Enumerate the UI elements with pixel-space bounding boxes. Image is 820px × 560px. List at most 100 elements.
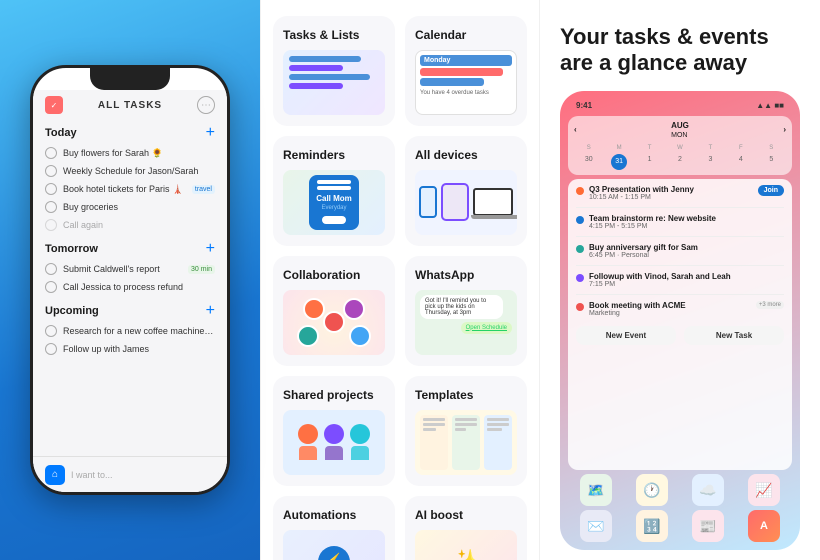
calendar-day[interactable]: 5 (757, 154, 786, 170)
event-dot (576, 274, 584, 282)
app-icon-mail[interactable]: ✉️ (580, 510, 612, 542)
collab-avatar (323, 311, 345, 333)
task-item[interactable]: Follow up with James (33, 340, 227, 358)
devices-visual (415, 170, 517, 235)
task-item-dimmed[interactable]: Call again (33, 216, 227, 234)
home-icon[interactable]: ⌂ (45, 465, 65, 485)
app-icon-calc[interactable]: 🔢 (636, 510, 668, 542)
task-item[interactable]: Call Jessica to process refund (33, 278, 227, 296)
event-item[interactable]: Team brainstorm re: New website 4:15 PM … (576, 214, 784, 230)
task-item[interactable]: Research for a new coffee machine ☕ (33, 322, 227, 340)
upcoming-add-btn[interactable]: + (206, 302, 215, 320)
feature-card-shared[interactable]: Shared projects (273, 376, 395, 486)
join-button[interactable]: Join (758, 185, 784, 196)
calendar-day[interactable]: 30 (574, 154, 603, 170)
today-add-btn[interactable]: + (206, 124, 215, 142)
task-checkbox[interactable] (45, 165, 57, 177)
task-checkbox[interactable] (45, 325, 57, 337)
task-checkbox[interactable] (45, 219, 57, 231)
day-header: T (696, 143, 725, 153)
month-label: AUG MON (671, 121, 689, 139)
reminder-label: Call Mom (316, 194, 352, 203)
homescreen: 🗺️ 🕐 ☁️ 📈 ✉️ 🔢 📰 A (568, 470, 792, 542)
action-buttons: New Event New Task (576, 321, 784, 345)
phone-menu-btn[interactable]: ⋯ (197, 96, 215, 114)
app-icon-anydo[interactable]: A (748, 510, 780, 542)
wa-message: Got it! I'll remind you to pick up the k… (420, 295, 503, 319)
quick-input[interactable]: I want to... (71, 470, 215, 480)
shared-person (324, 424, 344, 460)
app-icon-news[interactable]: 📰 (692, 510, 724, 542)
calendar-day[interactable]: 2 (665, 154, 694, 170)
next-month-btn[interactable]: › (783, 125, 786, 134)
feature-card-aiboost[interactable]: AI boost ✨ (405, 496, 527, 560)
upcoming-section-label: Upcoming + (33, 296, 227, 322)
tomorrow-add-btn[interactable]: + (206, 240, 215, 258)
feature-visual: Call Mom Everyday (283, 168, 385, 236)
task-item[interactable]: Book hotel tickets for Paris 🗼 travel (33, 180, 227, 198)
feature-card-whatsapp[interactable]: WhatsApp Got it! I'll remind you to pick… (405, 256, 527, 366)
cal-footer: You have 4 overdue tasks (420, 90, 512, 96)
app-icon-weather[interactable]: ☁️ (692, 474, 724, 506)
task-checkbox[interactable] (45, 263, 57, 275)
task-item[interactable]: Buy flowers for Sarah 🌻 (33, 144, 227, 162)
task-item[interactable]: Submit Caldwell's report 30 min (33, 260, 227, 278)
task-checkbox[interactable] (45, 147, 57, 159)
tc-line (487, 428, 502, 431)
task-item[interactable]: Weekly Schedule for Jason/Sarah (33, 162, 227, 180)
task-label: Buy flowers for Sarah 🌻 (63, 148, 215, 159)
feature-visual (283, 408, 385, 476)
app-icon-maps[interactable]: 🗺️ (580, 474, 612, 506)
feature-card-templates[interactable]: Templates (405, 376, 527, 486)
task-checkbox[interactable] (45, 183, 57, 195)
bar (289, 74, 370, 80)
feature-card-tasks[interactable]: Tasks & Lists (273, 16, 395, 126)
task-tag: travel (192, 185, 215, 194)
calendar-day[interactable]: 4 (726, 154, 755, 170)
task-checkbox[interactable] (45, 343, 57, 355)
event-item[interactable]: Book meeting with ACME Marketing +3 more (576, 301, 784, 317)
status-time: 9:41 (576, 101, 592, 110)
event-info: Buy anniversary gift for Sam 6:45 PM · P… (589, 243, 784, 259)
feature-card-calendar[interactable]: Calendar Monday You have 4 overdue tasks (405, 16, 527, 126)
feature-visual: Got it! I'll remind you to pick up the k… (415, 288, 517, 356)
task-label: Call again (63, 220, 215, 230)
task-checkbox[interactable] (45, 201, 57, 213)
feature-visual (283, 48, 385, 116)
feature-visual (415, 408, 517, 476)
prev-month-btn[interactable]: ‹ (574, 125, 577, 134)
divider (576, 294, 784, 295)
feature-card-automations[interactable]: Automations ⚡ (273, 496, 395, 560)
new-task-button[interactable]: New Task (684, 326, 784, 345)
event-item[interactable]: Buy anniversary gift for Sam 6:45 PM · P… (576, 243, 784, 259)
event-item[interactable]: Q3 Presentation with Jenny 10:15 AM - 1:… (576, 185, 784, 201)
calendar-day[interactable]: 3 (696, 154, 725, 170)
task-checkbox[interactable] (45, 281, 57, 293)
event-info: Q3 Presentation with Jenny 10:15 AM - 1:… (589, 185, 753, 201)
reminder-line (317, 186, 351, 190)
collab-visual (283, 290, 385, 355)
device-laptop (473, 188, 513, 216)
event-info: Book meeting with ACME Marketing (589, 301, 751, 317)
calendar-day[interactable]: 1 (635, 154, 664, 170)
auto-visual: ⚡ (283, 530, 385, 560)
feature-card-reminders[interactable]: Reminders Call Mom Everyday (273, 136, 395, 246)
person-body (351, 446, 369, 460)
cal-event (420, 78, 484, 86)
app-icon-stocks[interactable]: 📈 (748, 474, 780, 506)
day-header: M (604, 143, 633, 153)
bar (289, 65, 343, 71)
day-header: S (574, 143, 603, 153)
calendar-strip[interactable]: ‹ AUG MON › S M T W T F S 30 31 1 2 3 4 … (568, 116, 792, 175)
calendar-day-today[interactable]: 31 (611, 154, 627, 170)
app-icon-clock[interactable]: 🕐 (636, 474, 668, 506)
feature-card-devices[interactable]: All devices (405, 136, 527, 246)
event-title: Q3 Presentation with Jenny (589, 185, 753, 194)
event-item[interactable]: Followup with Vinod, Sarah and Leah 7:15… (576, 272, 784, 288)
new-event-button[interactable]: New Event (576, 326, 676, 345)
wa-message-out: Open Schedule (461, 322, 512, 334)
task-item[interactable]: Buy groceries (33, 198, 227, 216)
feature-card-collaboration[interactable]: Collaboration (273, 256, 395, 366)
feature-visual: ✨ (415, 528, 517, 560)
right-phone-mockup: 9:41 ▲▲ ■■ ‹ AUG MON › S M T W T F S 30 … (560, 91, 800, 550)
